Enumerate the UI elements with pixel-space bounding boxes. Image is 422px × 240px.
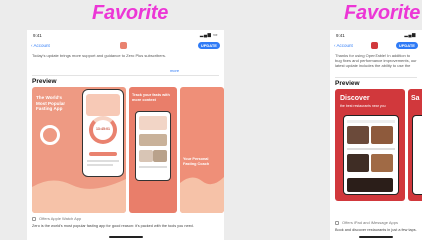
app-description: Zero is the world's most popular fasting… — [32, 224, 194, 228]
screenshot-carousel[interactable]: Discover the best restaurants near you S… — [335, 89, 422, 201]
screenshot-3-headline: Your Personal Fasting Coach — [183, 157, 210, 166]
app-icon — [120, 42, 128, 49]
screenshot-1[interactable]: Discover the best restaurants near you — [335, 89, 405, 201]
screenshot-1-subhead: the best restaurants near you — [340, 104, 386, 108]
timer-readout: 13:45:01 — [95, 127, 110, 131]
mockup-card — [139, 116, 167, 130]
chevron-left-icon: ‹ — [334, 43, 336, 48]
chevron-left-icon: ‹ — [31, 43, 33, 48]
status-time: 9:41 — [336, 32, 345, 38]
screenshot-2-headline: Track your fasts with more context — [132, 93, 170, 102]
release-notes-text: Thanks for using OpenTable! In addition … — [335, 53, 417, 68]
mockup-header — [86, 94, 120, 116]
signal-icon: ▂▄▆ ▭ — [199, 32, 218, 37]
back-button[interactable]: ‹ Account — [31, 43, 50, 48]
app-description: Book and discover restaurants in just a … — [335, 228, 417, 232]
phone-mockup-1: 13:45:01 — [82, 89, 124, 177]
mockup-line — [139, 166, 167, 168]
offers-text: Offers Apple Watch App — [39, 216, 82, 221]
status-time: 9:41 — [33, 32, 42, 38]
update-button[interactable]: UPDATE — [197, 42, 220, 49]
phone-mockup-2 — [412, 115, 422, 195]
app-icon — [370, 42, 378, 49]
screenshot-carousel[interactable]: The World's Most Popular Fasting App 13:… — [32, 87, 224, 213]
status-bar: 9:41 ▂▄▆ ▭ — [27, 30, 224, 40]
release-notes: Thanks for using OpenTable! In addition … — [330, 51, 422, 77]
mockup-photo — [347, 154, 369, 172]
screenshot-1-headline: Discover — [340, 95, 370, 102]
favorite-label-right: Favorite — [344, 2, 421, 24]
signal-icon: ▂▄▆ — [404, 32, 416, 37]
ipad-icon — [335, 220, 339, 225]
offers-text: Offers iPad and iMessage Apps — [342, 220, 398, 225]
favorite-label-left: Favorite — [92, 2, 169, 24]
mockup-line — [347, 148, 395, 150]
right-phone-screen: 9:41 ▂▄▆ ‹ Account UPDATE Thanks for usi… — [330, 30, 422, 240]
more-link[interactable]: more — [170, 68, 179, 73]
mockup-photo — [371, 126, 393, 144]
home-indicator — [359, 236, 393, 238]
home-indicator — [108, 236, 143, 238]
mockup-photo — [347, 178, 393, 192]
nav-bar: ‹ Account UPDATE — [330, 40, 422, 51]
back-label: Account — [336, 43, 353, 48]
mockup-photo — [139, 150, 153, 162]
mockup-line — [87, 164, 113, 166]
update-button[interactable]: UPDATE — [395, 42, 418, 49]
screenshot-2[interactable]: Sa — [408, 89, 422, 201]
phone-mockup-2 — [135, 111, 171, 181]
mockup-line — [87, 160, 119, 162]
nav-bar: ‹ Account UPDATE — [27, 40, 224, 51]
fasting-ring-icon — [40, 125, 60, 145]
preview-heading: Preview — [32, 78, 57, 85]
watch-icon — [32, 216, 36, 221]
screenshot-1-headline: The World's Most Popular Fasting App — [36, 95, 66, 111]
mockup-button — [89, 152, 117, 156]
mockup-photo — [139, 134, 167, 146]
release-notes-text: Today's update brings more support and g… — [32, 53, 166, 58]
screenshot-3-art — [180, 177, 224, 213]
compatibility-row: Offers Apple Watch App — [32, 216, 219, 221]
back-label: Account — [33, 43, 50, 48]
preview-heading: Preview — [335, 80, 360, 87]
mockup-photo — [347, 126, 369, 144]
back-button[interactable]: ‹ Account — [334, 43, 353, 48]
phone-mockup-1 — [343, 115, 399, 195]
status-bar: 9:41 ▂▄▆ — [330, 30, 422, 40]
left-phone-screen: 9:41 ▂▄▆ ▭ ‹ Account UPDATE Today's upda… — [27, 30, 224, 240]
mockup-search — [347, 120, 395, 123]
screenshot-1[interactable]: The World's Most Popular Fasting App 13:… — [32, 87, 126, 213]
release-notes: Today's update brings more support and g… — [27, 51, 224, 75]
screenshot-2-headline: Sa — [411, 95, 420, 102]
compatibility-row: Offers iPad and iMessage Apps — [335, 220, 417, 225]
mockup-photo — [153, 150, 167, 162]
screenshot-2[interactable]: Track your fasts with more context — [129, 87, 177, 213]
mockup-photo — [371, 154, 393, 172]
screenshot-3[interactable]: Your Personal Fasting Coach — [180, 87, 224, 213]
